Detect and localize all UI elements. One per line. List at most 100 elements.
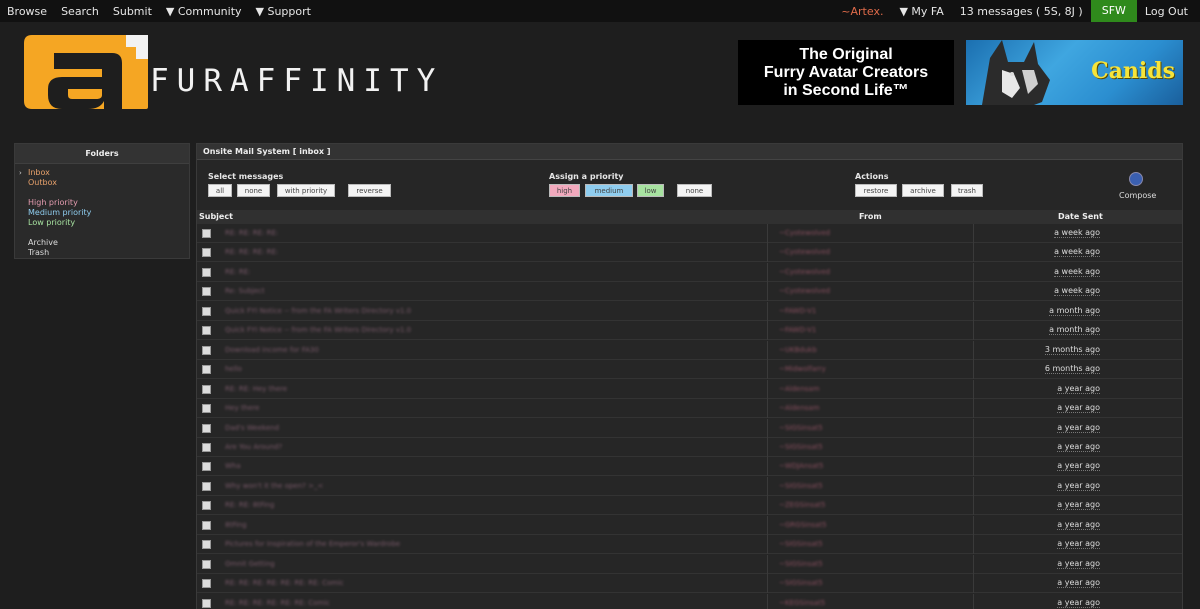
- message-sender[interactable]: ~Midwolfarry: [779, 365, 826, 373]
- logout-link[interactable]: Log Out: [1145, 5, 1188, 18]
- trash-button[interactable]: trash: [951, 184, 983, 197]
- folder-medium-priority[interactable]: Medium priority: [28, 208, 91, 217]
- folder-archive[interactable]: Archive: [28, 238, 58, 247]
- message-checkbox[interactable]: [202, 462, 211, 472]
- message-row[interactable]: Quick FYI Notice -- from the FA Writers …: [197, 301, 1182, 321]
- column-from[interactable]: From: [859, 212, 882, 221]
- message-row[interactable]: Quick FYI Notice -- from the FA Writers …: [197, 321, 1182, 341]
- ad-banner-canids[interactable]: Canids: [966, 40, 1183, 105]
- nav-myfa[interactable]: ▼ My FA: [899, 5, 943, 18]
- message-checkbox[interactable]: [202, 520, 211, 530]
- message-checkbox[interactable]: [202, 442, 211, 452]
- message-row[interactable]: RE: RE: Hey there ~Aldensam a year ago: [197, 379, 1182, 399]
- message-subject[interactable]: Wha: [225, 462, 241, 470]
- message-checkbox[interactable]: [202, 287, 211, 297]
- message-subject[interactable]: Quick FYI Notice -- from the FA Writers …: [225, 326, 411, 334]
- message-row[interactable]: Download income for FA30 ~UKBdukb 3 months…: [197, 340, 1182, 360]
- message-subject[interactable]: RE: RE: RE: RE:: [225, 229, 278, 237]
- select-none-button[interactable]: none: [237, 184, 270, 197]
- message-subject[interactable]: hello: [225, 365, 242, 373]
- message-subject[interactable]: Hey there: [225, 404, 259, 412]
- message-sender[interactable]: ~GRGSinsat5: [779, 521, 827, 529]
- message-row[interactable]: Wha ~WDJAnsat5 a year ago: [197, 457, 1182, 477]
- sfw-toggle[interactable]: SFW: [1090, 0, 1137, 22]
- message-row[interactable]: Dad's Weekend ~SIGSinsat5 a year ago: [197, 418, 1182, 438]
- message-checkbox[interactable]: [202, 345, 211, 355]
- message-sender[interactable]: ~KEGSinsat5: [779, 599, 825, 607]
- priority-none-button[interactable]: none: [677, 184, 712, 197]
- message-row[interactable]: RE: RE: RE: RE: ~Cyotewolved a week ago: [197, 224, 1182, 243]
- message-subject[interactable]: Pictures for Inspiration of the Emperor'…: [225, 540, 400, 548]
- message-sender[interactable]: ~FAWD-V1: [779, 307, 816, 315]
- message-sender[interactable]: ~Cyotewolved: [779, 229, 830, 237]
- message-row[interactable]: RE: RE: RE: RE: RE: RE: RE: Comic ~SIGSin…: [197, 574, 1182, 594]
- message-checkbox[interactable]: [202, 579, 211, 589]
- message-sender[interactable]: ~Cyotewolved: [779, 248, 830, 256]
- message-sender[interactable]: ~SIGSinsat5: [779, 424, 823, 432]
- message-sender[interactable]: ~SIGSinsat5: [779, 579, 823, 587]
- folder-trash[interactable]: Trash: [28, 248, 49, 257]
- message-row[interactable]: Pictures for Inspiration of the Emperor'…: [197, 535, 1182, 555]
- message-sender[interactable]: ~Cyotewolved: [779, 287, 830, 295]
- priority-low-button[interactable]: low: [637, 184, 664, 197]
- restore-button[interactable]: restore: [855, 184, 897, 197]
- folder-inbox[interactable]: Inbox: [28, 168, 50, 177]
- folder-outbox[interactable]: Outbox: [28, 178, 57, 187]
- message-subject[interactable]: RE: RE: RE: RE: RE: RE: RE: Comic: [225, 579, 344, 587]
- message-checkbox[interactable]: [202, 559, 211, 569]
- message-row[interactable]: 8tFing ~GRGSinsat5 a year ago: [197, 515, 1182, 535]
- message-checkbox[interactable]: [202, 248, 211, 258]
- message-sender[interactable]: ~UKBdukb: [779, 346, 817, 354]
- message-subject[interactable]: Quick FYI Notice -- from the FA Writers …: [225, 307, 411, 315]
- message-sender[interactable]: ~SIGSinsat5: [779, 540, 823, 548]
- message-checkbox[interactable]: [202, 365, 211, 375]
- message-subject[interactable]: Download income for FA30: [225, 346, 319, 354]
- folder-low-priority[interactable]: Low priority: [28, 218, 75, 227]
- priority-high-button[interactable]: high: [549, 184, 580, 197]
- message-subject[interactable]: Omnit Getting: [225, 560, 275, 568]
- column-subject[interactable]: Subject: [199, 212, 233, 221]
- message-subject[interactable]: RE: RE: Hey there: [225, 385, 287, 393]
- message-checkbox[interactable]: [202, 384, 211, 394]
- message-checkbox[interactable]: [202, 501, 211, 511]
- nav-messages[interactable]: 13 messages ( 5S, 8J ): [960, 5, 1083, 18]
- message-checkbox[interactable]: [202, 423, 211, 433]
- message-row[interactable]: RE: RE: 8tFing ~ZEGSinsat5 a year ago: [197, 496, 1182, 516]
- select-all-button[interactable]: all: [208, 184, 232, 197]
- compose-link[interactable]: Compose: [1119, 191, 1156, 200]
- message-checkbox[interactable]: [202, 267, 211, 277]
- message-subject[interactable]: Dad's Weekend: [225, 424, 279, 432]
- message-sender[interactable]: ~WDJAnsat5: [779, 462, 823, 470]
- nav-support[interactable]: ▼ Support: [256, 5, 311, 18]
- message-sender[interactable]: ~Cyotewolved: [779, 268, 830, 276]
- message-subject[interactable]: Are You Around?: [225, 443, 282, 451]
- message-subject[interactable]: RE: RE:: [225, 268, 251, 276]
- message-row[interactable]: RE: RE: RE: RE: ~Cyotewolved a week ago: [197, 243, 1182, 263]
- message-sender[interactable]: ~ZEGSinsat5: [779, 501, 825, 509]
- column-date-sent[interactable]: Date Sent: [1058, 212, 1103, 221]
- priority-medium-button[interactable]: medium: [585, 184, 633, 197]
- message-checkbox[interactable]: [202, 598, 211, 608]
- select-reverse-button[interactable]: reverse: [348, 184, 391, 197]
- message-row[interactable]: RE: RE: RE: RE: RE: RE: Comic ~KEGSinsat5…: [197, 593, 1182, 609]
- nav-browse[interactable]: Browse: [7, 5, 47, 18]
- message-row[interactable]: hello ~Midwolfarry 6 months ago: [197, 360, 1182, 380]
- message-row[interactable]: Hey there ~Aldensam a year ago: [197, 399, 1182, 419]
- nav-community[interactable]: ▼ Community: [166, 5, 242, 18]
- message-checkbox[interactable]: [202, 540, 211, 550]
- message-checkbox[interactable]: [202, 404, 211, 414]
- message-row[interactable]: Re: Subject ~Cyotewolved a week ago: [197, 282, 1182, 302]
- select-with-priority-button[interactable]: with priority: [277, 184, 335, 197]
- message-sender[interactable]: ~Aldensam: [779, 385, 820, 393]
- message-checkbox[interactable]: [202, 306, 211, 316]
- message-sender[interactable]: ~Aldensam: [779, 404, 820, 412]
- message-sender[interactable]: ~SIGSinsat5: [779, 443, 823, 451]
- message-subject[interactable]: RE: RE: RE: RE:: [225, 248, 278, 256]
- message-subject[interactable]: Why won't it the open? >_<: [225, 482, 323, 490]
- nav-search[interactable]: Search: [61, 5, 99, 18]
- message-sender[interactable]: ~FAWD-V1: [779, 326, 816, 334]
- message-subject[interactable]: 8tFing: [225, 521, 247, 529]
- ad-banner-avatar[interactable]: The Original Furry Avatar Creators in Se…: [738, 40, 954, 105]
- nav-submit[interactable]: Submit: [113, 5, 152, 18]
- message-row[interactable]: Are You Around? ~SIGSinsat5 a year ago: [197, 437, 1182, 457]
